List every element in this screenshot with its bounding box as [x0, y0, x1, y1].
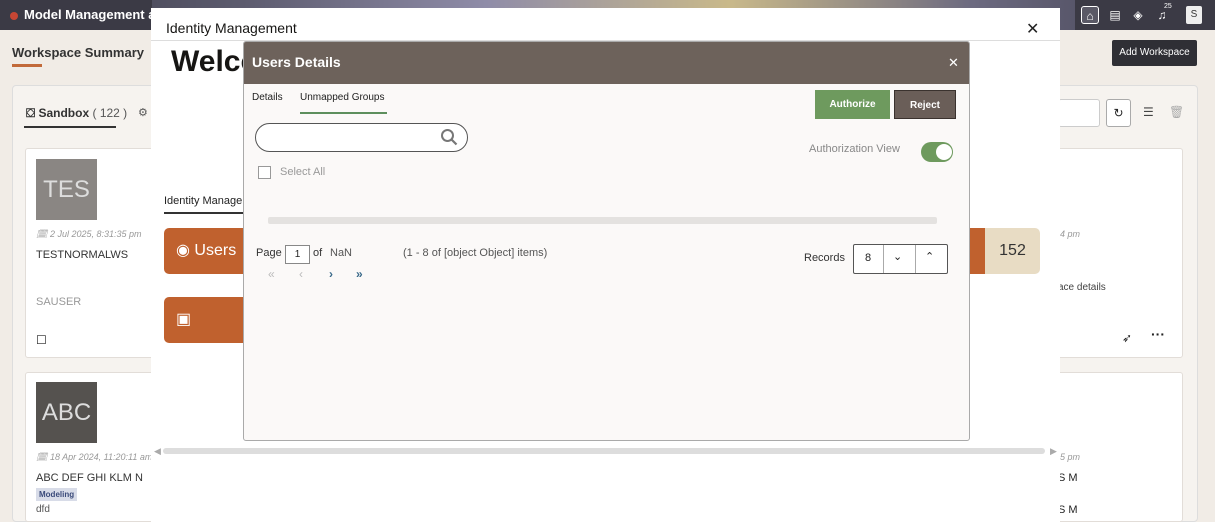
- reject-button[interactable]: Reject: [894, 90, 956, 119]
- divider: [883, 245, 884, 273]
- filter-input[interactable]: [1058, 99, 1100, 127]
- card-right-name: S M: [1058, 504, 1078, 516]
- diamond-icon[interactable]: ◈: [1129, 6, 1147, 24]
- card-right-time: 5 pm: [1060, 452, 1081, 462]
- total-pages: NaN: [330, 247, 353, 259]
- workspace-avatar: TES: [36, 159, 97, 220]
- sandbox-tab-underline: [24, 126, 116, 128]
- authorization-view-label: Authorization View: [809, 143, 900, 155]
- search-input[interactable]: [255, 123, 468, 152]
- items-range-text: (1 - 8 of [object Object] items): [403, 247, 548, 259]
- users-tile-label: Users: [194, 242, 237, 259]
- divider: [915, 245, 916, 273]
- workspace-owner: SAUSER: [36, 296, 82, 308]
- monitor-icon: ▣: [176, 311, 192, 328]
- notification-count: 25: [1164, 3, 1172, 10]
- functions-tile[interactable]: ▣ Functio: [164, 297, 244, 374]
- sandbox-count: ( 122 ): [92, 106, 128, 120]
- tab-details[interactable]: Details: [252, 92, 283, 103]
- close-icon[interactable]: ✕: [1026, 19, 1039, 39]
- trash-icon[interactable]: 🗑: [1169, 105, 1184, 119]
- first-page-icon[interactable]: «: [268, 267, 275, 281]
- workspace-date: 🗓 2 Jul 2025, 8:31:35 pm: [36, 229, 142, 239]
- functions-tile-label: Functio: [176, 357, 229, 374]
- workspace-date-text: 18 Apr 2024, 11:20:11 am: [49, 452, 153, 462]
- users-count[interactable]: 152: [985, 228, 1040, 274]
- identity-window-title: Identity Management: [166, 20, 297, 36]
- previous-page-icon[interactable]: ‹: [299, 267, 303, 281]
- dialog-header: [244, 42, 969, 84]
- workspace-tab-underline: [12, 64, 42, 67]
- table-header-bar: [268, 217, 937, 224]
- card-right-details: ace details: [1058, 282, 1106, 293]
- workspace-tag: Modeling: [36, 488, 78, 501]
- next-page-icon[interactable]: ›: [329, 267, 333, 281]
- workspace-description: dfd: [36, 504, 50, 515]
- home-icon[interactable]: ⌂: [1081, 6, 1099, 24]
- rocket-icon[interactable]: ➶: [1122, 331, 1132, 345]
- authorize-button[interactable]: Authorize: [815, 90, 890, 119]
- card-right-time: 4 pm: [1060, 229, 1081, 239]
- scroll-right-icon[interactable]: ▶: [1050, 446, 1057, 457]
- page-number-input[interactable]: 1: [285, 245, 310, 264]
- users-tile-end[interactable]: [970, 228, 985, 274]
- add-workspace-button[interactable]: Add Workspace: [1112, 40, 1197, 66]
- chevron-up-icon[interactable]: ⌃: [925, 250, 934, 263]
- users-details-dialog: Users Details ✕ Details Unmapped Groups …: [243, 41, 970, 441]
- tab-unmapped-groups[interactable]: Unmapped Groups: [300, 92, 385, 103]
- users-tile[interactable]: ◉ Users: [164, 228, 244, 274]
- card-right-name: S M: [1058, 472, 1078, 484]
- tab-identity-management[interactable]: Identity Managen: [164, 195, 248, 207]
- scroll-left-icon[interactable]: ◀: [154, 446, 161, 457]
- page-label: Page: [256, 247, 282, 259]
- workspace-name[interactable]: TESTNORMALWS: [36, 249, 128, 261]
- checkbox-icon[interactable]: ☐: [36, 333, 47, 347]
- dialog-title: Users Details: [252, 54, 341, 70]
- records-value: 8: [865, 252, 872, 264]
- tab-icon[interactable]: ⚙: [138, 106, 148, 119]
- sandbox-icon: ⛋: [26, 106, 39, 120]
- active-tab-underline: [300, 112, 387, 114]
- tab-underline: [164, 212, 244, 214]
- toggle-knob: [936, 144, 952, 160]
- chevron-down-icon[interactable]: ⌄: [893, 250, 902, 263]
- list-view-icon[interactable]: ☰: [1143, 105, 1154, 119]
- app-title-text: Model Management and G: [24, 7, 152, 22]
- last-page-icon[interactable]: »: [356, 267, 363, 281]
- records-label: Records: [804, 252, 845, 264]
- select-all-checkbox[interactable]: [258, 166, 271, 179]
- refresh-button[interactable]: ↻: [1106, 99, 1131, 127]
- workspace-date-text: 2 Jul 2025, 8:31:35 pm: [49, 229, 142, 239]
- of-label: of: [313, 247, 323, 259]
- app-title: Model Management and G: [0, 0, 152, 30]
- search-icon[interactable]: [440, 128, 458, 146]
- user-avatar[interactable]: S: [1186, 6, 1202, 24]
- document-icon[interactable]: ▤: [1106, 6, 1124, 24]
- horizontal-scrollbar[interactable]: [163, 448, 1045, 454]
- user-circle-icon: ◉: [176, 242, 195, 259]
- workspace-summary-title[interactable]: Workspace Summary: [12, 45, 144, 60]
- workspace-date: 🗓 18 Apr 2024, 11:20:11 am: [36, 452, 153, 462]
- select-all-label: Select All: [280, 166, 326, 178]
- workspace-name[interactable]: ABC DEF GHI KLM N: [36, 472, 143, 484]
- workspace-avatar: ABC: [36, 382, 97, 443]
- sandbox-label: Sandbox: [38, 106, 90, 120]
- app-logo-icon: [10, 11, 18, 20]
- sandbox-tab[interactable]: ⛋ Sandbox ( 122 ): [26, 106, 127, 121]
- more-options-icon[interactable]: ···: [1151, 326, 1165, 342]
- close-icon[interactable]: ✕: [948, 55, 959, 71]
